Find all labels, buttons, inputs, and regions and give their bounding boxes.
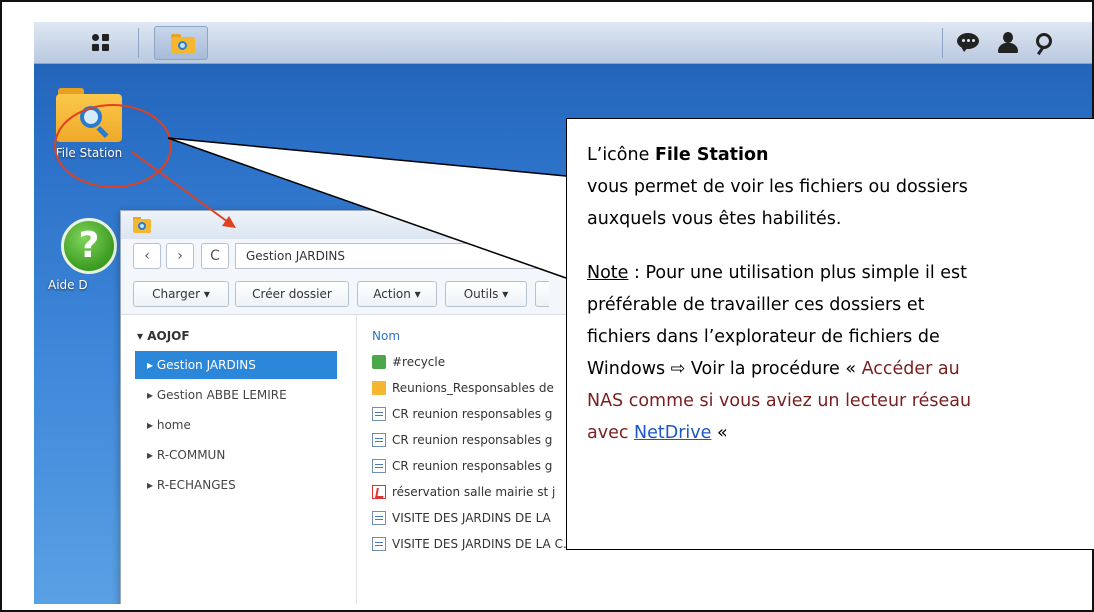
taskbar-separator — [942, 28, 943, 58]
file-station-taskbar-button[interactable] — [154, 26, 208, 60]
tree-item-r-echanges[interactable]: ▸ R-ECHANGES — [135, 471, 337, 499]
chat-icon[interactable] — [956, 31, 980, 55]
file-name: CR reunion responsables g — [392, 433, 553, 447]
file-name: réservation salle mairie st j — [392, 485, 556, 499]
refresh-button[interactable]: C — [201, 243, 229, 269]
callout-line: avec NetDrive « — [587, 423, 728, 443]
main-menu-button[interactable] — [72, 26, 126, 60]
more-button[interactable] — [535, 281, 549, 307]
tree-root[interactable]: ▾ AOJOF — [137, 329, 190, 343]
callout-line: NAS comme si vous aviez un lecteur résea… — [587, 391, 972, 411]
document-icon — [372, 511, 386, 525]
folder-icon — [372, 381, 386, 395]
document-icon — [372, 459, 386, 473]
callout-note: Note : Pour une utilisation plus simple … — [587, 263, 968, 283]
create-folder-button[interactable]: Créer dossier — [235, 281, 349, 307]
tools-button[interactable]: Outils ▾ — [445, 281, 527, 307]
folder-search-icon — [133, 217, 151, 233]
callout-line: Windows ⇨ Voir la procédure « Accéder au — [587, 359, 960, 379]
document-icon — [372, 537, 386, 551]
callout-line: auxquels vous êtes habilités. — [587, 209, 842, 229]
folder-tree: ▾ AOJOF ▸ Gestion JARDINS ▸ Gestion ABBE… — [121, 315, 357, 604]
back-button[interactable]: ‹ — [133, 243, 161, 269]
file-name: #recycle — [392, 355, 446, 369]
column-header-name[interactable]: Nom — [372, 329, 400, 343]
tree-item-gestion-jardins[interactable]: ▸ Gestion JARDINS — [135, 351, 337, 379]
callout-box: L’icône File Station vous permet de voir… — [566, 118, 1094, 550]
pdf-icon — [372, 485, 386, 499]
file-name: CR reunion responsables g — [392, 459, 553, 473]
file-name: Reunions_Responsables de — [392, 381, 554, 395]
taskbar-separator — [138, 28, 139, 58]
user-icon[interactable] — [996, 31, 1020, 55]
grid-icon — [92, 34, 110, 52]
search-icon[interactable] — [1034, 31, 1058, 56]
file-name: CR reunion responsables g — [392, 407, 553, 421]
recycle-icon — [372, 355, 386, 369]
callout-line: vous permet de voir les fichiers ou doss… — [587, 177, 968, 197]
help-icon: ? — [61, 218, 117, 274]
file-name: VISITE DES JARDINS DE LA — [392, 511, 551, 525]
netdrive-link[interactable]: NetDrive — [634, 423, 711, 443]
document-icon — [372, 407, 386, 421]
highlight-ellipse — [54, 104, 172, 188]
action-button[interactable]: Action ▾ — [357, 281, 437, 307]
document-icon — [372, 433, 386, 447]
callout-line: préférable de travailler ces dossiers et — [587, 295, 925, 315]
tree-item-gestion-abbe-lemire[interactable]: ▸ Gestion ABBE LEMIRE — [135, 381, 337, 409]
callout-line: fichiers dans l’explorateur de fichiers … — [587, 327, 940, 347]
callout-line: L’icône File Station — [587, 145, 769, 165]
path-input[interactable]: Gestion JARDINS — [235, 243, 585, 269]
forward-button[interactable]: › — [166, 243, 194, 269]
tree-item-home[interactable]: ▸ home — [135, 411, 337, 439]
folder-search-icon — [171, 34, 195, 54]
tree-item-r-commun[interactable]: ▸ R-COMMUN — [135, 441, 337, 469]
upload-button[interactable]: Charger ▾ — [133, 281, 229, 307]
taskbar — [34, 22, 1092, 64]
